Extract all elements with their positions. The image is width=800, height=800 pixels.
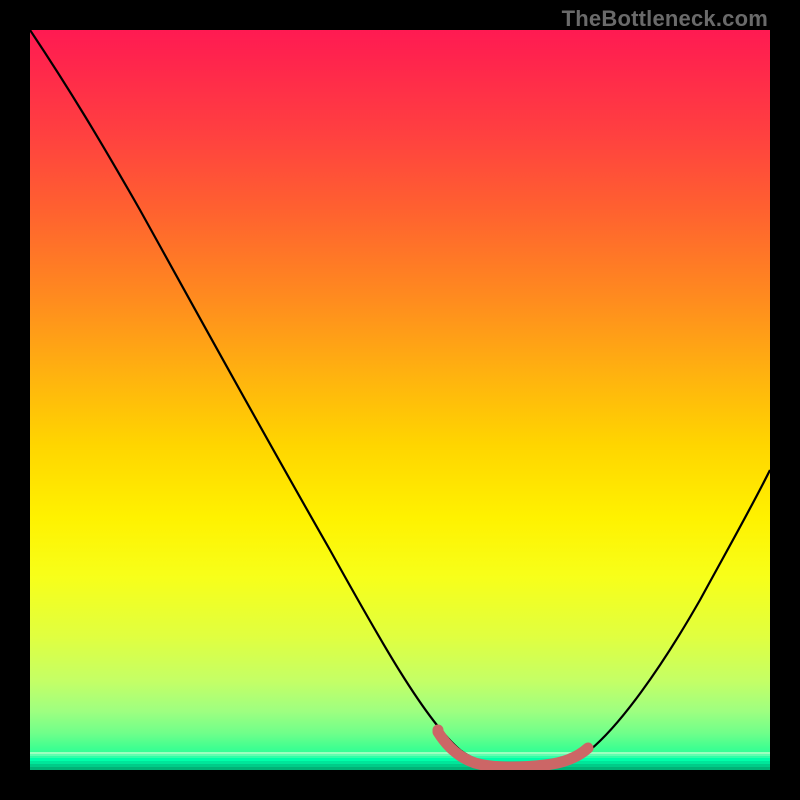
plot-area [30, 30, 770, 770]
chart-container: TheBottleneck.com [0, 0, 800, 800]
highlight-start-dot [433, 725, 444, 736]
bottleneck-curve [30, 30, 770, 766]
highlight-segment [438, 732, 588, 767]
watermark-text: TheBottleneck.com [562, 6, 768, 32]
curve-svg [30, 30, 770, 770]
